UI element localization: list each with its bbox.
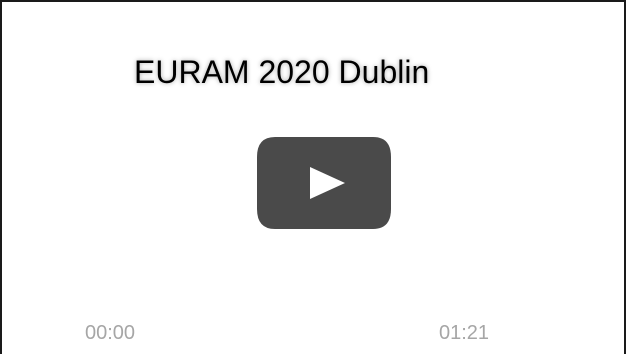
play-icon [257, 137, 391, 229]
play-button[interactable] [255, 135, 393, 231]
duration-time: 01:21 [439, 322, 490, 344]
video-player[interactable]: EURAM 2020 Dublin 00:00 01:21 [0, 0, 626, 354]
current-time: 00:00 [85, 322, 136, 344]
video-title: EURAM 2020 Dublin [134, 54, 430, 90]
